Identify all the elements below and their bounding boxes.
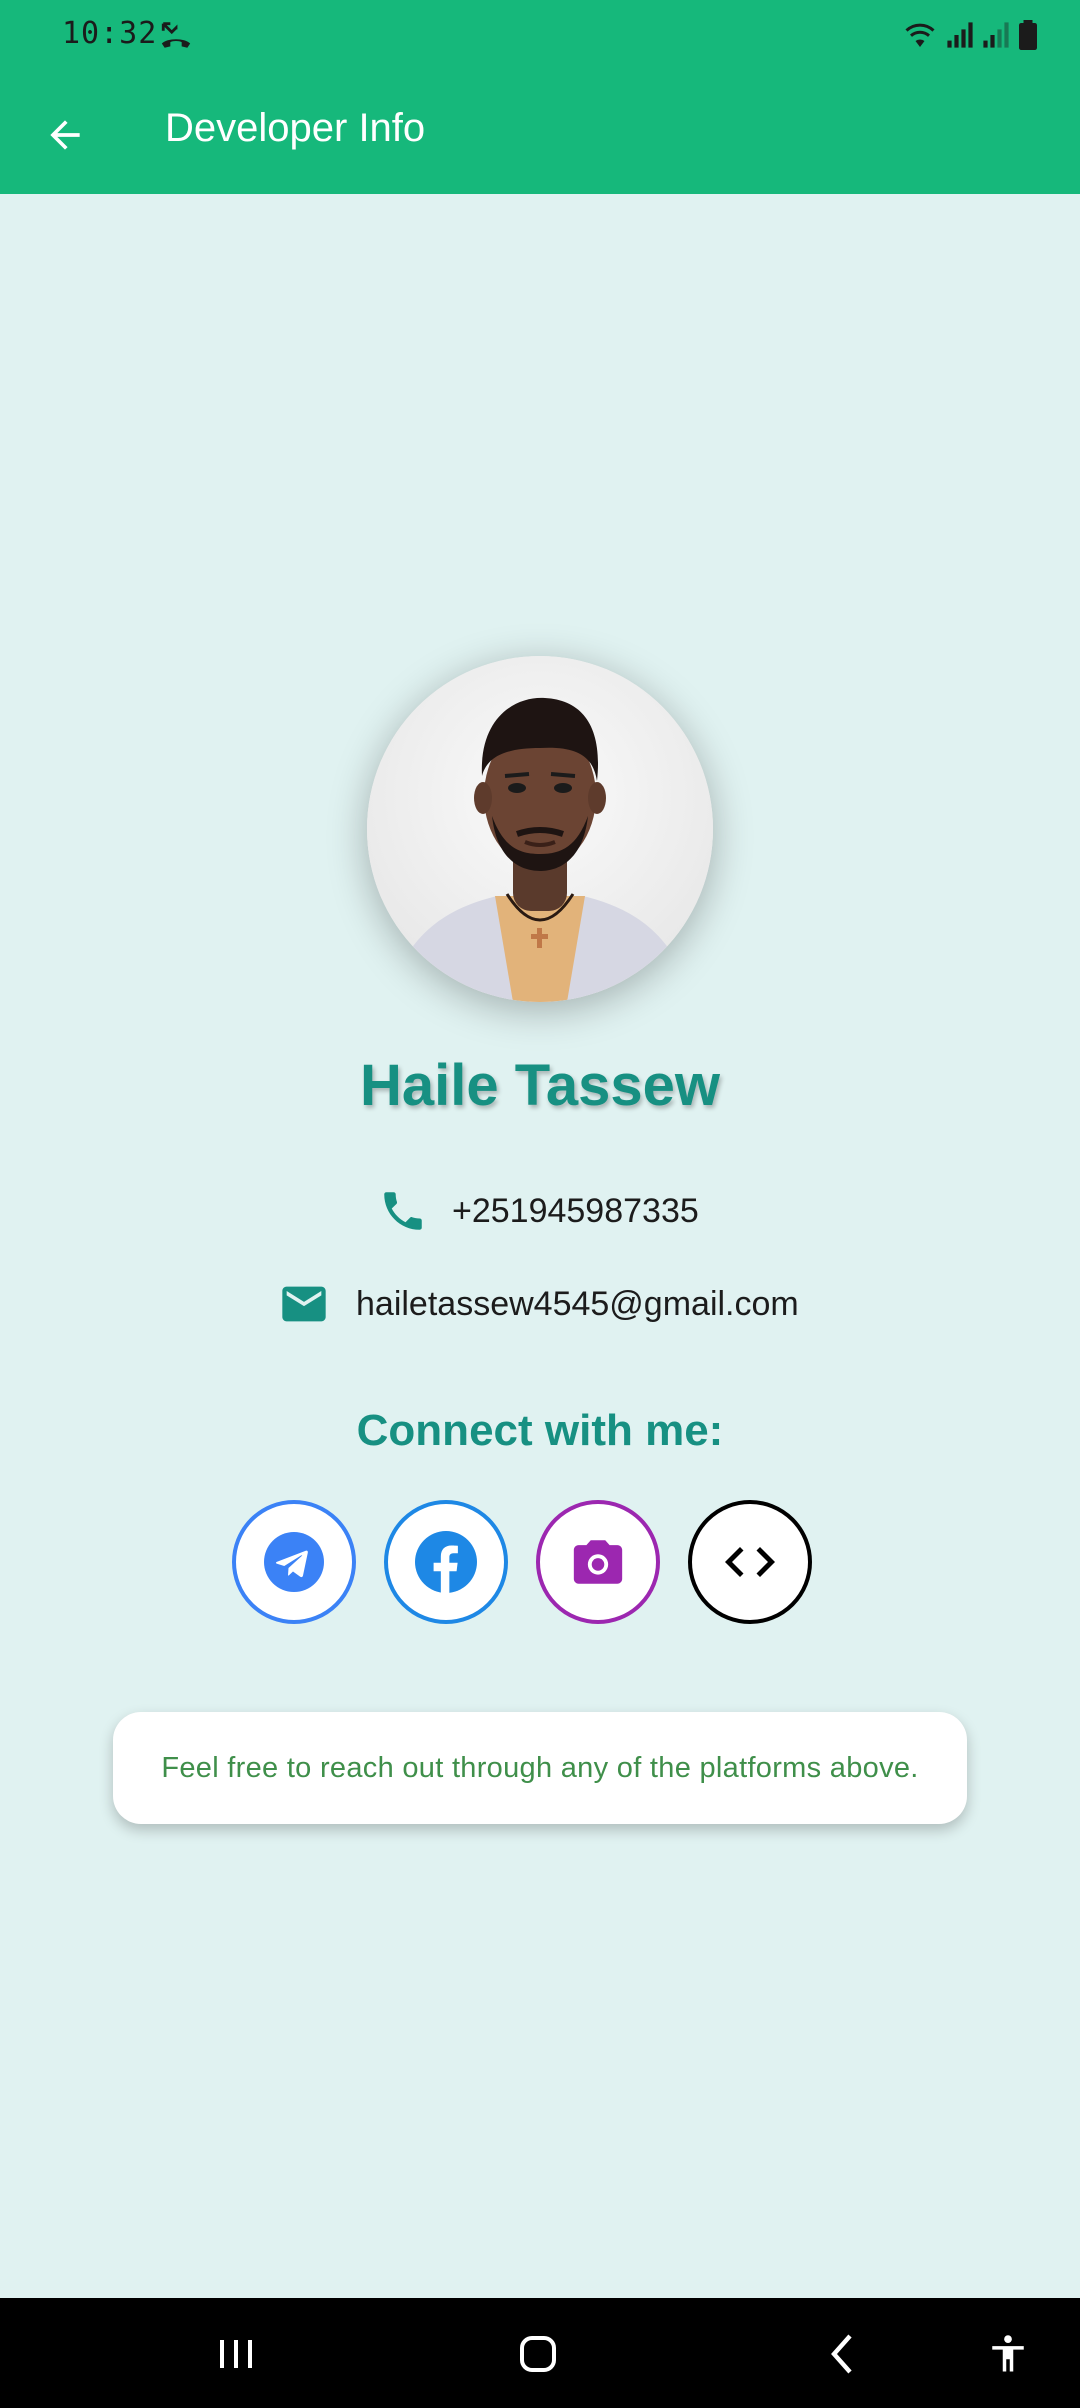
app-bar: Developer Info [0, 70, 1080, 194]
facebook-icon [415, 1531, 477, 1593]
telegram-icon [264, 1532, 324, 1592]
email-address: hailetassew4545@gmail.com [356, 1284, 799, 1323]
page-title: Developer Info [165, 106, 426, 150]
profile-photo [367, 656, 713, 1002]
accessibility-icon [992, 2335, 1024, 2372]
avatar [367, 656, 713, 1002]
missed-call-icon [161, 22, 191, 48]
email-icon [282, 1286, 326, 1322]
code-icon [725, 1547, 775, 1577]
battery-icon [1019, 20, 1037, 50]
back-nav-icon [831, 2334, 852, 2374]
signal-icon-2 [983, 22, 1009, 48]
profile-name: Haile Tassew [359, 1053, 720, 1118]
status-icons [902, 18, 1038, 52]
phone-icon [384, 1192, 422, 1230]
instagram-button[interactable] [536, 1500, 660, 1624]
facebook-button[interactable] [384, 1500, 508, 1624]
phone-number: +251945987335 [452, 1191, 699, 1230]
note-card: Feel free to reach out through any of th… [113, 1712, 967, 1824]
arrow-back-icon [50, 120, 80, 150]
back-nav-button[interactable] [812, 2324, 872, 2384]
connect-heading: Connect with me: [356, 1406, 724, 1455]
phone-row[interactable]: +251945987335 [378, 1186, 699, 1236]
signal-icon [947, 22, 973, 48]
telegram-button[interactable] [232, 1500, 356, 1624]
email-row[interactable]: hailetassew4545@gmail.com [278, 1278, 799, 1330]
recent-apps-button[interactable] [206, 2324, 266, 2384]
note-text: Feel free to reach out through any of th… [161, 1751, 919, 1784]
code-button[interactable] [688, 1500, 812, 1624]
system-nav-bar [0, 2298, 1080, 2408]
home-button[interactable] [508, 2324, 568, 2384]
wifi-icon [905, 23, 935, 47]
accessibility-button[interactable] [978, 2324, 1038, 2384]
social-links [232, 1500, 812, 1624]
home-icon [520, 2336, 556, 2372]
recent-apps-icon [220, 2340, 252, 2368]
instagram-camera-icon [573, 1540, 623, 1584]
back-button[interactable] [30, 100, 100, 170]
status-time: 10:32 [62, 16, 158, 51]
status-bar: 10:32 [0, 0, 1080, 70]
